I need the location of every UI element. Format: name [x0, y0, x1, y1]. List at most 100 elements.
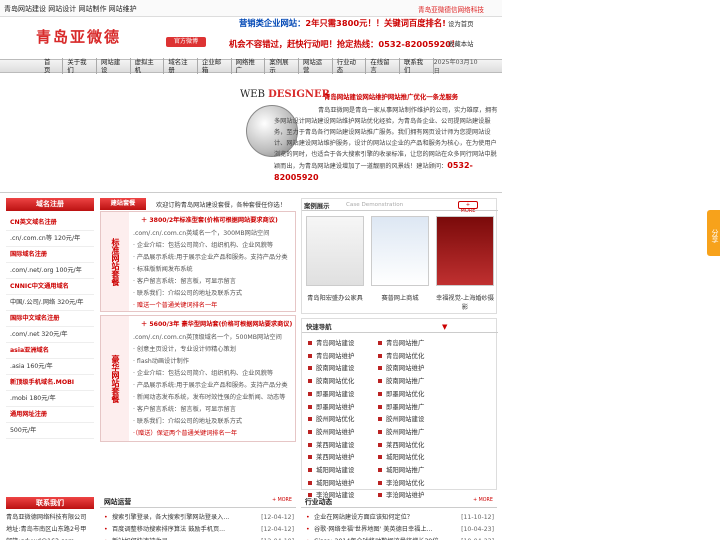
hero-title: WEB DESIGNER	[240, 89, 330, 100]
site-logo[interactable]: 青岛亚微德	[36, 26, 121, 47]
domain-item[interactable]: .cn/.com.cn等 120元/年	[6, 231, 94, 247]
quick-nav-header: 快速导航 ▼	[302, 319, 498, 333]
nav-item[interactable]: 首 页	[40, 58, 64, 74]
domain-item[interactable]: 国际域名注册	[6, 247, 94, 263]
quick-nav-link[interactable]: 青岛网站维护	[306, 350, 386, 363]
package-feature[interactable]: ·（赠送）保证两个普通关键词排名一年	[133, 428, 295, 440]
news-item[interactable]: 新站如何快速被收录[12-04-10]	[104, 536, 296, 540]
package-feature: · 企业介绍：包括公司简介、组织机构、企业风貌等	[133, 242, 274, 249]
domain-sidebar: 域名注册 CN英文域名注册 .cn/.com.cn等 120元/年 国际域名注册 .c…	[6, 198, 94, 439]
industry-more-button[interactable]: + MORE	[473, 498, 493, 506]
nav-item[interactable]: 联系我们	[400, 58, 434, 74]
domain-item[interactable]: .com/.net/.org 100元/年	[6, 263, 94, 279]
domain-item[interactable]: 500元/年	[6, 423, 94, 439]
hero-section: WEB DESIGNER 青岛网站建设网站维护网站推广优化一条龙服务 青岛亚微网…	[240, 89, 502, 189]
quick-nav-link[interactable]: 青岛网站推广	[376, 337, 456, 350]
top-company[interactable]: 青岛亚微德信网络科技	[418, 4, 484, 14]
nav-item[interactable]: 案例展示	[265, 58, 300, 74]
domain-item[interactable]: 国际中文域名注册	[6, 311, 94, 327]
package-feature: · 客户留言系统：留言板，可显示留言	[133, 278, 236, 285]
package-tab[interactable]: 建站套餐	[100, 198, 146, 210]
industry-news-date: [10-04-23]	[461, 536, 494, 540]
quick-nav-link[interactable]: 胶州网站优化	[306, 413, 386, 426]
ops-more-button[interactable]: + MORE	[272, 498, 292, 506]
luxury-package-head[interactable]: ＋ 5600/3年 豪华型网站套(价格可根据网站要求商议)	[141, 319, 292, 328]
contact-line: 邮箱:qdywd@163.com	[6, 536, 94, 540]
package-feature: · 创意主页设计，专业设计师精心策划	[133, 346, 236, 353]
package-feature[interactable]: · 赠送一个普通关键词排名一年	[133, 300, 295, 312]
quick-nav-link[interactable]: 胶南网站维护	[376, 362, 456, 375]
ops-news-title[interactable]: 搜索引擎登录，各大搜索引擎网站登录入...	[112, 514, 229, 521]
quick-nav-link[interactable]: 城阳网站维护	[306, 477, 386, 490]
industry-header: 行业动态 + MORE	[301, 496, 497, 508]
nav-item[interactable]: 在线留言	[366, 58, 401, 74]
quick-nav-link[interactable]: 胶州网站建设	[376, 413, 456, 426]
quick-nav-link[interactable]: 李沧网站优化	[376, 477, 456, 490]
domain-item[interactable]: 新顶级手机域名.MOBI	[6, 375, 94, 391]
news-item[interactable]: 搜索引擎登录，各大搜索引擎网站登录入... [12-04-12]	[104, 512, 296, 524]
domain-item[interactable]: .asia 160元/年	[6, 359, 94, 375]
quick-nav-link[interactable]: 青岛网站优化	[376, 350, 456, 363]
quick-nav-link[interactable]: 即墨网站建设	[306, 388, 386, 401]
domain-item[interactable]: CNNIC中文通用域名	[6, 279, 94, 295]
news-item[interactable]: 百度调整移动搜索排序算法 鼓励手机页... [12-04-12]	[104, 524, 296, 536]
nav-item[interactable]: 网站运营	[299, 58, 333, 74]
package-feature: .com/.cn/.com.cn英顶级域名一个，500MB网站空间	[133, 334, 282, 341]
domain-item[interactable]: asia亚洲域名	[6, 343, 94, 359]
news-item[interactable]: Cisco: 2014年全球移动数据流量将增长39倍[10-04-23]	[306, 536, 496, 540]
quick-nav-link[interactable]: 城阳网站优化	[376, 451, 456, 464]
case-more-button[interactable]: + MORE	[458, 201, 478, 214]
quick-nav-link[interactable]: 城阳网站推广	[376, 464, 456, 477]
quick-nav-link[interactable]: 胶南网站建设	[306, 362, 386, 375]
share-button[interactable]: 分享	[707, 210, 720, 256]
package-feature: · 客户留言系统：留言板，可显示留言	[133, 406, 236, 413]
case-caption-3[interactable]: 幸福视觉-上海婚纱摄影	[433, 293, 497, 311]
nav-item[interactable]: 网站建设	[97, 58, 131, 74]
domain-item[interactable]: 通用网址注册	[6, 407, 94, 423]
nav-item[interactable]: 虚拟主机	[131, 58, 165, 74]
weibo-badge[interactable]: 官方微博	[166, 37, 206, 47]
quick-nav-link[interactable]: 胶南网站推广	[376, 375, 456, 388]
industry-news-title[interactable]: 谷歌·网络幸福'世界地图' 美英德日幸福上...	[314, 526, 432, 533]
quick-nav-link[interactable]: 莱西网站优化	[376, 439, 456, 452]
ops-news-title[interactable]: 百度调整移动搜索排序算法 鼓励手机页...	[112, 526, 225, 533]
industry-news-title[interactable]: 企业在网站建设方面应该知何定位？	[314, 514, 413, 521]
case-caption-1[interactable]: 青岛阳宏盛办公家具	[303, 293, 367, 302]
nav-item[interactable]: 网络推广	[232, 58, 266, 74]
quick-nav-link[interactable]: 莱西网站维护	[306, 451, 386, 464]
quick-nav-link[interactable]: 胶州网站推广	[376, 426, 456, 439]
news-item[interactable]: 谷歌·网络幸福'世界地图' 美英德日幸福上... [10-04-23]	[306, 524, 496, 536]
top-links[interactable]: 青岛网站建设 网站设计 网站制作 网站维护	[4, 4, 137, 14]
favorite-link[interactable]: 收藏本站	[448, 39, 474, 48]
domain-item[interactable]: .com/.net 320元/年	[6, 327, 94, 343]
case-thumb-3[interactable]	[436, 216, 494, 286]
quick-nav-link[interactable]: 即墨网站推广	[376, 401, 456, 414]
news-item[interactable]: 企业在网站建设方面应该知何定位？ [11-10-12]	[306, 512, 496, 524]
package-feature: · 联系我们：介绍公司的地址及联系方式	[133, 418, 243, 425]
package-feature: .com/.cn/.com.cn英域名一个，300MB网站空间	[133, 230, 270, 237]
quick-nav-link[interactable]: 即墨网站优化	[376, 388, 456, 401]
domain-item[interactable]: .mobi 180元/年	[6, 391, 94, 407]
case-caption-2[interactable]: 赛普网上商城	[368, 293, 432, 302]
slogan-prefix: 营销类企业网站：	[239, 18, 306, 28]
nav-item[interactable]: 关于我们	[63, 58, 97, 74]
quick-nav-link[interactable]: 胶南网站优化	[306, 375, 386, 388]
industry-title: 行业动态	[305, 498, 333, 506]
quick-nav-link[interactable]: 青岛网站建设	[306, 337, 386, 350]
domain-item[interactable]: 中国/.公司/.网络 320元/年	[6, 295, 94, 311]
nav-item[interactable]: 域名注册	[164, 58, 198, 74]
nav-item[interactable]: 企业邮箱	[198, 58, 232, 74]
package-feature: · 联系我们：介绍公司的地址及联系方式	[133, 290, 243, 297]
quick-nav-link[interactable]: 即墨网站维护	[306, 401, 386, 414]
domain-item[interactable]: CN英文域名注册	[6, 215, 94, 231]
package-header: 建站套餐 欢迎订购青岛网站建设套餐，各种套餐任你选！	[100, 198, 296, 210]
package-feature: · 标准版新闻发布系统	[133, 266, 193, 273]
set-home-link[interactable]: 设为首页	[448, 19, 474, 28]
quick-nav-link[interactable]: 城阳网站建设	[306, 464, 386, 477]
case-thumb-1[interactable]	[306, 216, 364, 286]
standard-package-head[interactable]: ＋ 3800/2年标准型套(价格可根据网站要求商议)	[141, 215, 278, 224]
quick-nav-link[interactable]: 胶州网站维护	[306, 426, 386, 439]
quick-nav-link[interactable]: 莱西网站建设	[306, 439, 386, 452]
case-thumb-2[interactable]	[371, 216, 429, 286]
nav-item[interactable]: 行业动态	[333, 58, 367, 74]
